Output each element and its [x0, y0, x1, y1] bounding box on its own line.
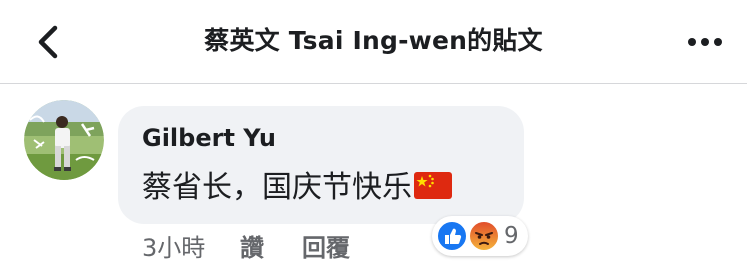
reply-button[interactable]: 回覆 — [302, 232, 350, 264]
comment-bubble[interactable]: Gilbert Yu 蔡省长，国庆节快乐 — [118, 106, 524, 224]
comment-timestamp[interactable]: 3小時 — [142, 232, 240, 264]
flag-china-icon — [414, 170, 452, 210]
chevron-left-icon — [38, 25, 58, 59]
comment-body: 蔡省长，国庆节快乐 — [142, 170, 412, 205]
back-button[interactable] — [26, 20, 70, 64]
avatar-image — [24, 100, 104, 180]
comment-actions: 3小時讚回覆 — [142, 232, 350, 264]
more-horizontal-icon — [688, 38, 722, 46]
reactions-summary[interactable]: 9 — [432, 216, 528, 256]
reaction-count: 9 — [504, 223, 519, 249]
comment-author[interactable]: Gilbert Yu — [142, 123, 276, 153]
top-navigation-bar: 蔡英文 Tsai Ing-wen的貼文 — [0, 0, 747, 84]
page-title: 蔡英文 Tsai Ing-wen的貼文 — [204, 26, 543, 55]
more-options-button[interactable] — [683, 22, 727, 62]
like-button[interactable]: 讚 — [240, 232, 302, 264]
angry-icon — [468, 220, 500, 252]
comment-thread: Gilbert Yu 蔡省长，国庆节快乐 3小時讚回覆 9 — [0, 84, 747, 278]
like-icon — [436, 220, 468, 252]
avatar[interactable] — [24, 100, 104, 180]
comment-text: 蔡省长，国庆节快乐 — [142, 168, 452, 210]
